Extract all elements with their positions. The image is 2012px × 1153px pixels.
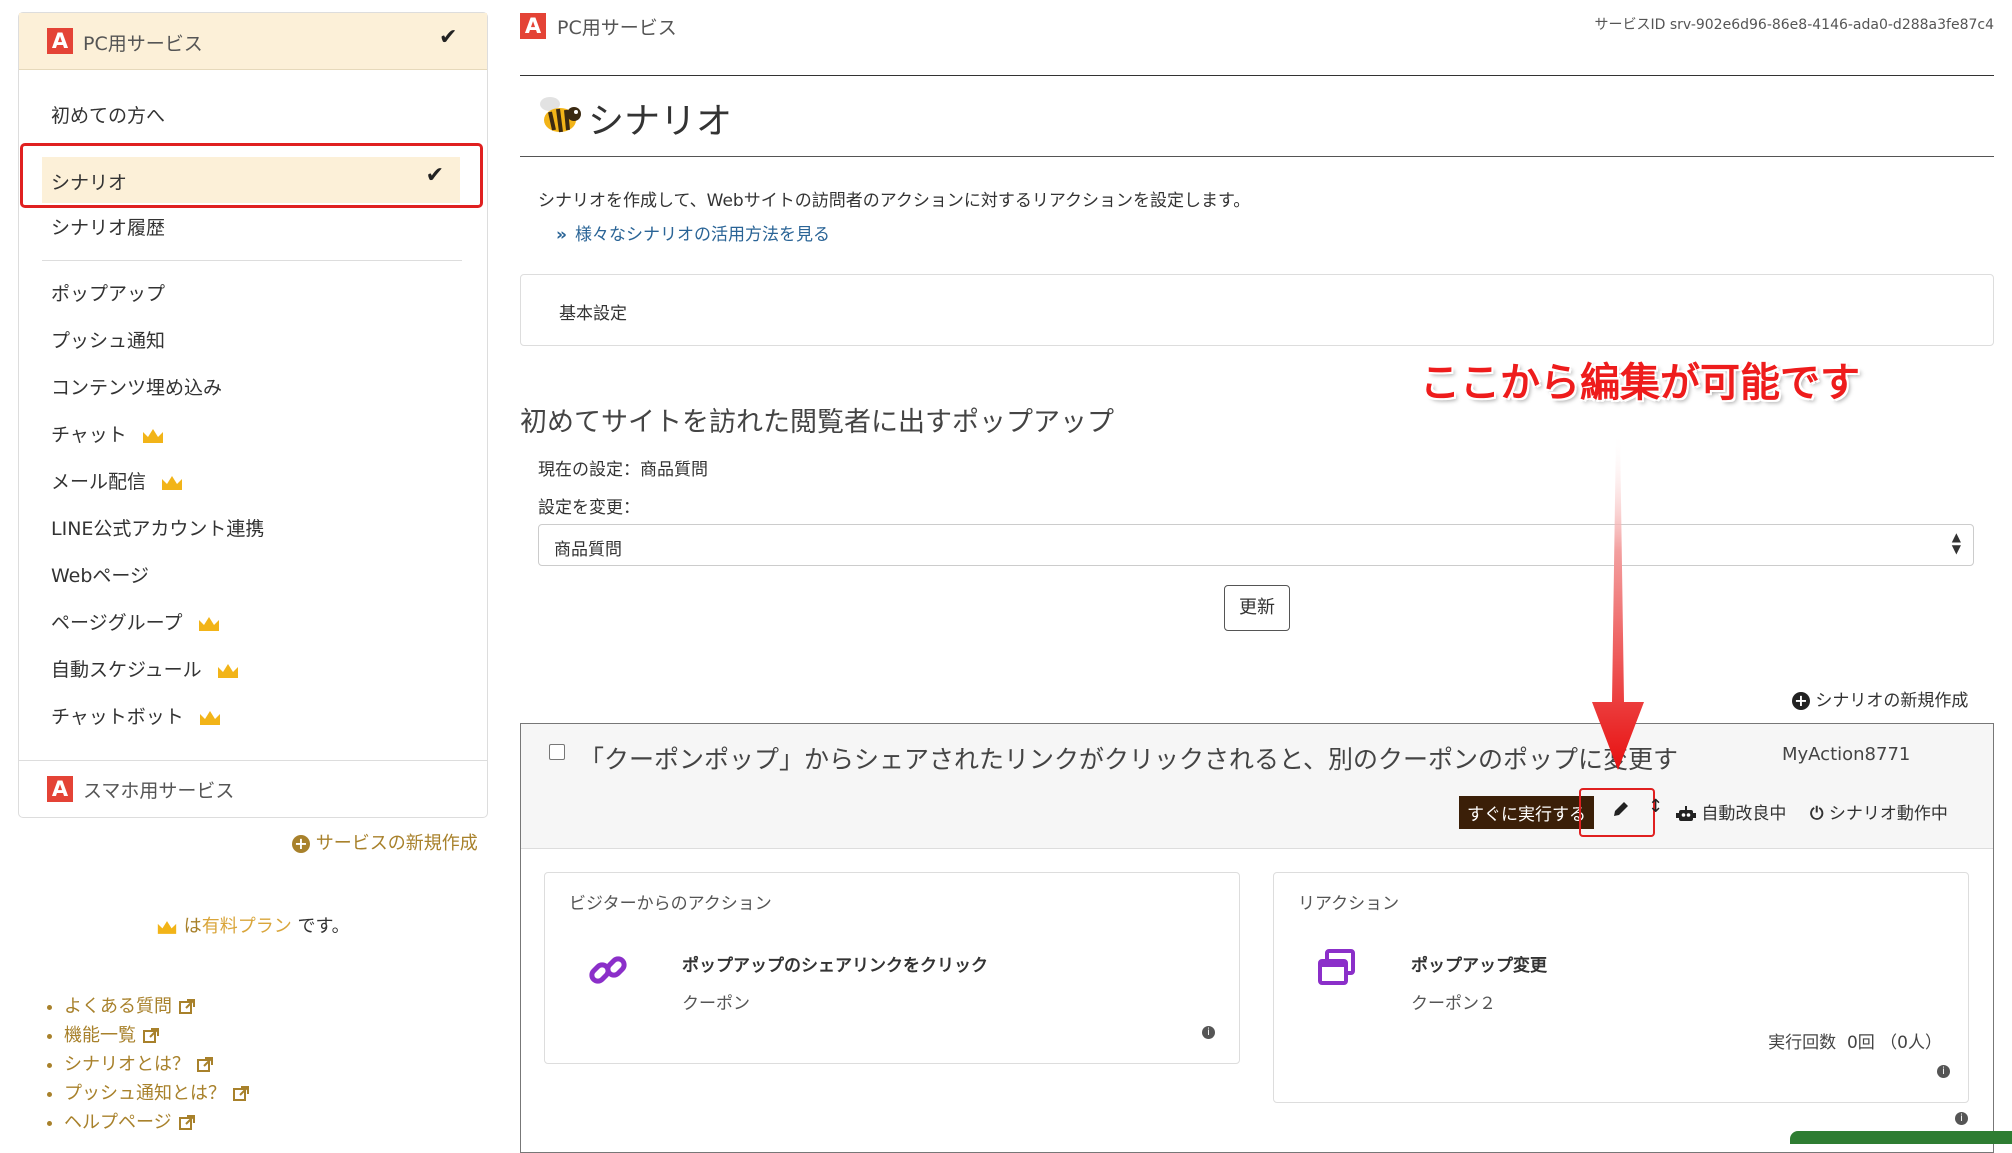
crown-icon bbox=[157, 920, 177, 934]
bee-icon bbox=[540, 97, 581, 133]
new-service-link[interactable]: + サービスの新規作成 bbox=[292, 829, 478, 855]
help-link-features[interactable]: 機能一覧 bbox=[64, 1021, 250, 1050]
sp-service-label: スマホ用サービス bbox=[83, 780, 235, 802]
sidebar-item-label: チャットボット bbox=[51, 706, 184, 728]
sidebar-item-label: ページグループ bbox=[51, 612, 183, 634]
header-service-name: PC用サービス bbox=[557, 17, 677, 39]
sidebar-item-popup[interactable]: ポップアップ bbox=[51, 279, 165, 306]
header-rule bbox=[520, 75, 1994, 76]
external-link-icon bbox=[233, 1086, 249, 1101]
page-title: シナリオ bbox=[588, 101, 733, 142]
visitor-action-detail: クーポン bbox=[682, 994, 750, 1014]
help-link-scenario[interactable]: シナリオとは？ bbox=[64, 1050, 250, 1079]
crown-icon bbox=[199, 710, 220, 725]
check-icon: ✔ bbox=[439, 25, 458, 50]
popup-section-heading: 初めてサイトを訪れた閲覧者に出すポップアップ bbox=[520, 407, 1114, 438]
execution-count: 実行回数 0回 （0人） bbox=[1768, 1033, 1942, 1053]
sidebar-item-getting-started[interactable]: 初めての方へ bbox=[51, 101, 165, 128]
reaction-header: リアクション bbox=[1298, 894, 1400, 914]
select-arrows-icon: ▲ ▼ bbox=[1951, 530, 1961, 556]
paid-plan-prefix: は bbox=[183, 916, 202, 937]
popup-select-value: 商品質問 bbox=[554, 540, 622, 560]
plus-circle-icon: + bbox=[292, 835, 310, 853]
paid-plan-link[interactable]: 有料プラン bbox=[202, 916, 292, 937]
service-logo-icon: A bbox=[47, 776, 73, 802]
sort-icon[interactable]: ↕ bbox=[1648, 796, 1663, 817]
window-icon bbox=[1318, 949, 1355, 985]
external-link-icon bbox=[197, 1057, 213, 1072]
help-link-help-page[interactable]: ヘルプページ bbox=[64, 1108, 250, 1137]
sidebar-item-label: 自動スケジュール bbox=[51, 659, 202, 681]
popup-select[interactable]: 商品質問 ▲ ▼ bbox=[538, 524, 1974, 566]
sidebar-item-mail[interactable]: メール配信 bbox=[51, 467, 184, 494]
sidebar-item-chat[interactable]: チャット bbox=[51, 420, 165, 447]
annotation-text: ここから編集が可能です bbox=[1420, 360, 1860, 406]
page-description: シナリオを作成して、Webサイトの訪問者のアクションに対するリアクションを設定し… bbox=[538, 191, 1251, 211]
sidebar-item-auto-schedule[interactable]: 自動スケジュール bbox=[51, 655, 240, 682]
sidebar-item-scenario-history[interactable]: シナリオ履歴 bbox=[51, 213, 165, 240]
scenario-checkbox[interactable] bbox=[549, 744, 565, 760]
external-link-icon bbox=[179, 999, 195, 1014]
pc-service-header[interactable]: A PC用サービス ✔ bbox=[19, 13, 487, 70]
sidebar-item-label: メール配信 bbox=[51, 471, 147, 493]
service-logo-icon: A bbox=[520, 13, 546, 39]
new-service-label: サービスの新規作成 bbox=[315, 833, 478, 854]
basic-settings-panel[interactable]: 基本設定 bbox=[520, 274, 1994, 346]
plus-circle-icon: + bbox=[1792, 692, 1810, 710]
sidebar-item-embed[interactable]: コンテンツ埋め込み bbox=[51, 373, 222, 400]
scenario-status[interactable]: ⏻ シナリオ動作中 bbox=[1810, 799, 1948, 824]
scenario-highlight-box bbox=[20, 143, 483, 208]
help-link-faq[interactable]: よくある質問 bbox=[64, 992, 250, 1021]
link-icon bbox=[589, 956, 627, 984]
sidebar-item-webpage[interactable]: Webページ bbox=[51, 561, 149, 588]
sidebar-item-chatbot[interactable]: チャットボット bbox=[51, 702, 222, 729]
reaction-title: ポップアップ変更 bbox=[1411, 956, 1547, 976]
service-id: サービスID srv-902e6d96-86e8-4146-ada0-d288a… bbox=[1594, 17, 1995, 33]
info-icon[interactable]: i bbox=[1955, 1112, 1968, 1125]
learn-more-link[interactable]: » 様々なシナリオの活用方法を見る bbox=[556, 220, 830, 245]
visitor-action-panel: ビジターからのアクション ポップアップのシェアリンクをクリック クーポン i bbox=[544, 872, 1240, 1064]
double-chevron-icon: » bbox=[556, 225, 567, 245]
crown-icon bbox=[217, 663, 238, 678]
visitor-action-header: ビジターからのアクション bbox=[569, 894, 772, 914]
current-setting: 現在の設定：商品質問 bbox=[538, 460, 708, 480]
sidebar-item-page-group[interactable]: ページグループ bbox=[51, 608, 221, 635]
pc-service-label: PC用サービス bbox=[83, 33, 203, 55]
change-setting-label: 設定を変更： bbox=[538, 498, 640, 518]
reaction-panel: リアクション ポップアップ変更 クーポン２ 実行回数 0回 （0人） i bbox=[1273, 872, 1969, 1103]
scenario-title[interactable]: 「クーポンポップ」からシェアされたリンクがクリックされると、別のクーポンのポップ… bbox=[579, 740, 1678, 776]
contact-tab[interactable] bbox=[1790, 1131, 2012, 1144]
new-scenario-link[interactable]: + シナリオの新規作成 bbox=[1792, 686, 1968, 711]
visitor-action-title: ポップアップのシェアリンクをクリック bbox=[682, 956, 988, 976]
update-button[interactable]: 更新 bbox=[1224, 585, 1290, 631]
help-links-list: よくある質問 機能一覧 シナリオとは？ プッシュ通知とは？ ヘルプページ bbox=[44, 992, 250, 1137]
title-rule bbox=[520, 156, 1994, 157]
basic-settings-label: 基本設定 bbox=[559, 304, 627, 324]
reaction-detail: クーポン２ bbox=[1411, 994, 1496, 1014]
external-link-icon bbox=[178, 1115, 195, 1130]
sidebar: A PC用サービス ✔ bbox=[18, 12, 488, 818]
sidebar-item-label: チャット bbox=[51, 424, 127, 446]
robot-icon bbox=[1676, 806, 1696, 821]
auto-improve-status: 自動改良中 bbox=[1676, 799, 1786, 824]
paid-plan-suffix: です。 bbox=[297, 916, 350, 937]
info-icon[interactable]: i bbox=[1202, 1026, 1215, 1039]
paid-plan-note: は有料プラン です。 bbox=[156, 912, 350, 938]
sidebar-item-line[interactable]: LINE公式アカウント連携 bbox=[51, 514, 264, 541]
run-now-button[interactable]: すぐに実行する bbox=[1459, 796, 1594, 829]
sp-service-header[interactable]: A スマホ用サービス bbox=[19, 761, 487, 817]
external-link-icon bbox=[143, 1028, 159, 1043]
service-logo-icon: A bbox=[47, 28, 73, 54]
sidebar-divider bbox=[42, 260, 462, 261]
help-link-push[interactable]: プッシュ通知とは？ bbox=[64, 1079, 250, 1108]
crown-icon bbox=[162, 475, 183, 490]
sidebar-item-push[interactable]: プッシュ通知 bbox=[51, 326, 165, 353]
crown-icon bbox=[198, 616, 219, 631]
edit-highlight-box bbox=[1579, 788, 1655, 837]
scenario-action-id: MyAction8771 bbox=[1782, 744, 1911, 765]
annotation-arrow bbox=[1592, 432, 1644, 770]
crown-icon bbox=[142, 428, 163, 443]
info-icon[interactable]: i bbox=[1937, 1065, 1950, 1078]
power-icon: ⏻ bbox=[1810, 804, 1824, 824]
